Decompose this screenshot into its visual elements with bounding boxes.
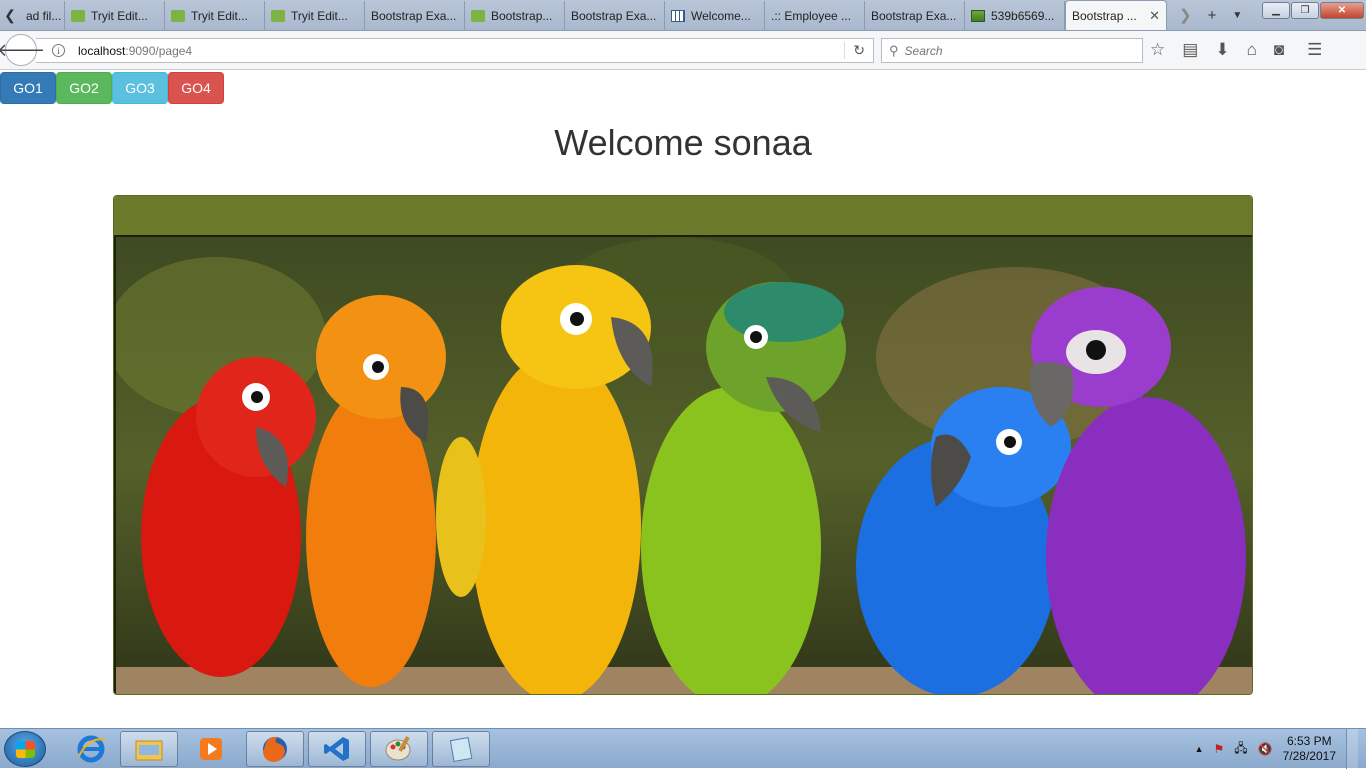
w3-icon bbox=[171, 9, 185, 22]
tab-label: Tryit Edit... bbox=[191, 8, 248, 23]
start-button[interactable] bbox=[4, 731, 46, 767]
tab-5[interactable]: Bootstrap Exa... bbox=[365, 1, 465, 30]
image-icon bbox=[971, 9, 985, 22]
tab-label: .:: Employee ... bbox=[771, 8, 852, 23]
show-desktop-button[interactable] bbox=[1346, 729, 1358, 769]
url-host: localhost bbox=[78, 43, 126, 58]
paint-icon[interactable] bbox=[370, 731, 428, 767]
search-icon: ⚲ bbox=[889, 42, 899, 58]
restore-icon[interactable]: ❐ bbox=[1291, 2, 1319, 19]
pocket-icon[interactable]: ◙ bbox=[1274, 40, 1284, 60]
menu-icon[interactable]: ☰ bbox=[1307, 40, 1322, 60]
reading-list-icon[interactable]: ▤ bbox=[1182, 40, 1198, 60]
downloads-icon[interactable]: ⬇ bbox=[1215, 40, 1229, 60]
action-center-icon[interactable]: ⚑ bbox=[1214, 742, 1225, 756]
tab-active[interactable]: Bootstrap ... ✕ bbox=[1065, 0, 1167, 30]
tab-10[interactable]: Bootstrap Exa... bbox=[865, 1, 965, 30]
tab-scroll-right-icon[interactable]: ❯ bbox=[1179, 6, 1192, 24]
new-tab-icon[interactable]: + bbox=[1208, 7, 1217, 24]
firefox-icon[interactable] bbox=[246, 731, 304, 767]
volume-muted-icon[interactable]: 🔇 bbox=[1258, 742, 1273, 756]
tab-label: Bootstrap Exa... bbox=[371, 8, 457, 23]
clock[interactable]: 6:53 PM 7/28/2017 bbox=[1283, 734, 1336, 764]
tab-2[interactable]: Tryit Edit... bbox=[65, 1, 165, 30]
tab-1[interactable]: ad fil... bbox=[20, 1, 65, 30]
tab-3[interactable]: Tryit Edit... bbox=[165, 1, 265, 30]
tab-strip: ❮ ad fil... Tryit Edit... Tryit Edit... … bbox=[0, 0, 1366, 31]
close-tab-icon[interactable]: ✕ bbox=[1149, 8, 1160, 24]
tab-label: Bootstrap Exa... bbox=[571, 8, 657, 23]
info-icon[interactable]: i bbox=[52, 44, 65, 57]
tab-6[interactable]: Bootstrap... bbox=[465, 1, 565, 30]
go2-button[interactable]: GO2 bbox=[56, 72, 112, 104]
w3-icon bbox=[471, 9, 485, 22]
url-path: :9090/page4 bbox=[125, 43, 193, 58]
go4-button[interactable]: GO4 bbox=[168, 72, 224, 104]
table-icon bbox=[671, 9, 685, 22]
tab-7[interactable]: Bootstrap Exa... bbox=[565, 1, 665, 30]
tab-label: Bootstrap... bbox=[491, 8, 553, 23]
clock-time: 6:53 PM bbox=[1286, 734, 1332, 748]
tab-label: 539b6569... bbox=[991, 8, 1055, 23]
tab-4[interactable]: Tryit Edit... bbox=[265, 1, 365, 30]
show-hidden-icons-icon[interactable]: ▲ bbox=[1195, 744, 1204, 754]
bookmark-star-icon[interactable]: ☆ bbox=[1150, 40, 1165, 60]
page-title: Welcome sonaa bbox=[554, 122, 812, 163]
w3-icon bbox=[71, 9, 85, 22]
navigation-toolbar: i localhost:9090/page4 ↻ 🡐 ⚲ ☆ ▤ ⬇ ⌂ ◙ ☰ bbox=[0, 31, 1366, 70]
search-box[interactable]: ⚲ bbox=[881, 38, 1143, 63]
notepad-icon[interactable] bbox=[432, 731, 490, 767]
parrots-illustration bbox=[116, 237, 1252, 694]
image-panel bbox=[113, 195, 1253, 695]
tab-label: Bootstrap Exa... bbox=[871, 8, 957, 23]
tab-label: Tryit Edit... bbox=[91, 8, 148, 23]
back-arrow-icon: 🡐 bbox=[0, 39, 46, 60]
visual-studio-icon[interactable] bbox=[308, 731, 366, 767]
tab-list-icon[interactable]: ▼ bbox=[1232, 10, 1242, 21]
minimize-icon[interactable]: ▁ bbox=[1262, 2, 1290, 19]
system-tray: ▲ ⚑ 🖧 🔇 6:53 PM 7/28/2017 bbox=[1195, 729, 1358, 769]
taskbar: ▲ ⚑ 🖧 🔇 6:53 PM 7/28/2017 bbox=[0, 728, 1366, 769]
network-icon[interactable]: 🖧 bbox=[1234, 739, 1247, 760]
tab-scroll-left-button[interactable]: ❮ bbox=[0, 0, 20, 30]
button-group: GO1 GO2 GO3 GO4 bbox=[0, 72, 224, 104]
tab-9[interactable]: .:: Employee ... bbox=[765, 1, 865, 30]
go1-button[interactable]: GO1 bbox=[0, 72, 56, 104]
back-button[interactable]: 🡐 bbox=[0, 34, 45, 66]
internet-explorer-icon[interactable] bbox=[62, 731, 120, 767]
tab-label: ad fil... bbox=[26, 8, 62, 23]
search-input[interactable] bbox=[904, 43, 1125, 58]
home-icon[interactable]: ⌂ bbox=[1247, 40, 1257, 60]
clock-date: 7/28/2017 bbox=[1282, 749, 1336, 763]
tab-8[interactable]: Welcome... bbox=[665, 1, 765, 30]
address-bar[interactable]: i localhost:9090/page4 ↻ bbox=[36, 38, 874, 63]
parrots-image bbox=[114, 237, 1252, 694]
file-explorer-icon[interactable] bbox=[120, 731, 178, 767]
tab-label: Bootstrap ... bbox=[1072, 8, 1137, 23]
window-controls: ▁ ❐ ✕ bbox=[1262, 2, 1364, 19]
media-player-icon[interactable] bbox=[182, 731, 240, 767]
tab-11[interactable]: 539b6569... bbox=[965, 1, 1065, 30]
reload-icon[interactable]: ↻ bbox=[844, 42, 865, 59]
go3-button[interactable]: GO3 bbox=[112, 72, 168, 104]
panel-heading bbox=[114, 196, 1252, 237]
tab-label: Welcome... bbox=[691, 8, 751, 23]
close-window-icon[interactable]: ✕ bbox=[1320, 2, 1364, 19]
w3-icon bbox=[271, 9, 285, 22]
tab-label: Tryit Edit... bbox=[291, 8, 348, 23]
